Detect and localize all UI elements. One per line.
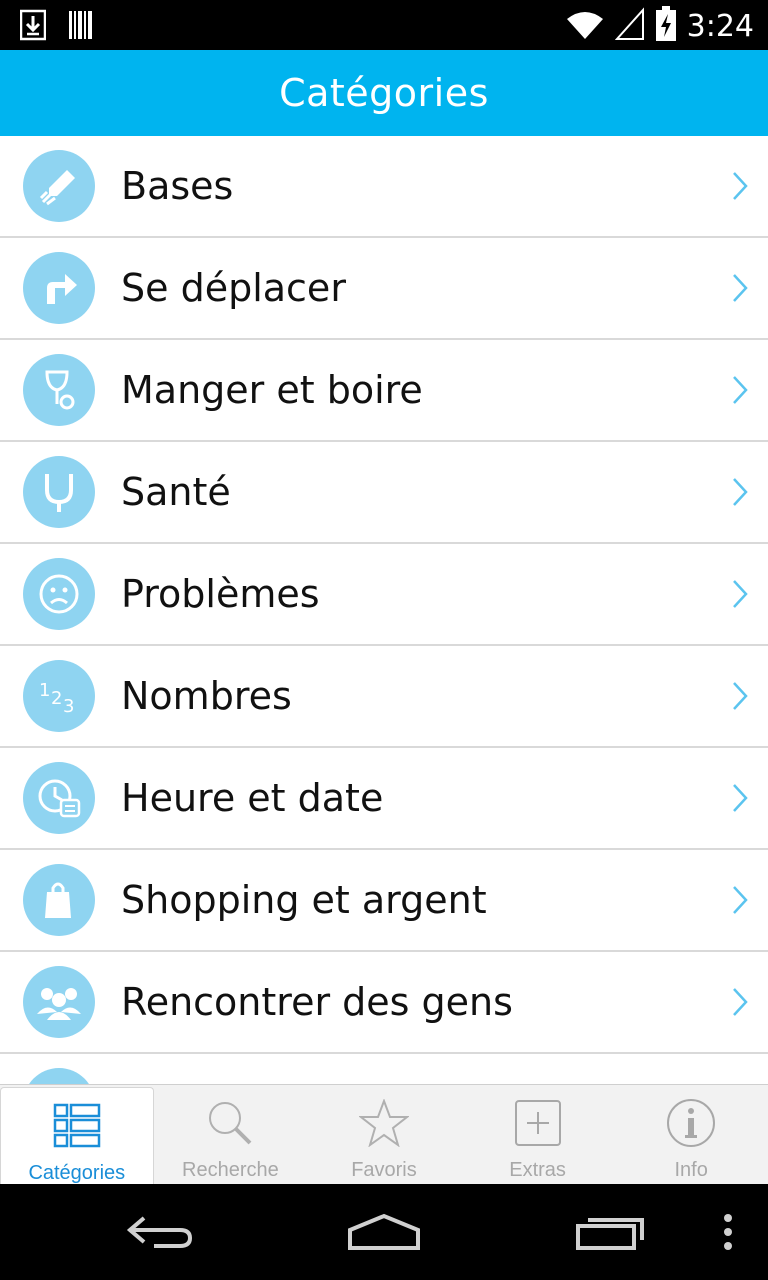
category-row-problemes[interactable]: Problèmes (0, 544, 768, 646)
category-list: Bases Se déplacer Manger et boire Santé … (0, 136, 768, 1084)
stethoscope-icon (23, 456, 95, 528)
glass-icon (23, 354, 95, 426)
page-title: Catégories (279, 71, 489, 115)
svg-text:3: 3 (63, 696, 74, 717)
shopping-bag-icon (23, 864, 95, 936)
category-row-se-deplacer[interactable]: Se déplacer (0, 238, 768, 340)
barcode-icon (68, 8, 94, 47)
star-icon (356, 1095, 412, 1151)
category-label: Manger et boire (121, 368, 423, 412)
tab-extras[interactable]: Extras (461, 1085, 615, 1185)
chevron-right-icon (733, 580, 748, 608)
chevron-right-icon (733, 172, 748, 200)
category-row-nombres[interactable]: 123 Nombres (0, 646, 768, 748)
category-row-bases[interactable]: Bases (0, 136, 768, 238)
chevron-right-icon (733, 376, 748, 404)
sad-face-icon (23, 558, 95, 630)
category-row-sante[interactable]: Santé (0, 442, 768, 544)
tab-label: Favoris (351, 1159, 417, 1181)
clock-time: 3:24 (686, 9, 754, 44)
numbers-icon: 123 (23, 660, 95, 732)
download-icon (19, 8, 47, 47)
recents-icon[interactable] (572, 1204, 648, 1260)
category-row-heure-et-date[interactable]: Heure et date (0, 748, 768, 850)
tab-categories[interactable]: Catégories (0, 1087, 154, 1187)
clock-calendar-icon (23, 762, 95, 834)
tab-label: Extras (509, 1159, 566, 1181)
system-nav-bar (0, 1184, 768, 1280)
tab-info[interactable]: Info (614, 1085, 768, 1185)
category-label: Problèmes (121, 572, 320, 616)
category-label: Rencontrer des gens (121, 980, 513, 1024)
pencil-icon (23, 150, 95, 222)
list-icon (49, 1098, 105, 1154)
menu-icon[interactable] (714, 1204, 742, 1260)
category-label: Santé (121, 470, 231, 514)
chevron-right-icon (733, 274, 748, 302)
category-label: Heure et date (121, 776, 384, 820)
category-label: Nombres (121, 674, 292, 718)
category-label: Shopping et argent (121, 878, 487, 922)
wifi-icon (565, 7, 605, 46)
chevron-right-icon (733, 886, 748, 914)
svg-text:1: 1 (39, 680, 50, 701)
category-label: Se déplacer (121, 266, 346, 310)
category-label: Bases (121, 164, 234, 208)
tab-label: Catégories (28, 1162, 126, 1184)
tab-bar: Catégories Recherche Favoris Extras Info (0, 1084, 768, 1187)
chevron-right-icon (733, 478, 748, 506)
status-bar: 3:24 (0, 0, 768, 50)
app-bar: Catégories (0, 50, 768, 136)
tab-label: Info (674, 1159, 708, 1181)
turn-right-arrow-icon (23, 252, 95, 324)
tab-label: Recherche (182, 1159, 279, 1181)
chevron-right-icon (733, 784, 748, 812)
tab-favoris[interactable]: Favoris (307, 1085, 461, 1185)
chevron-right-icon (733, 988, 748, 1016)
search-icon (202, 1095, 258, 1151)
home-icon[interactable] (344, 1204, 424, 1260)
category-row-manger-et-boire[interactable]: Manger et boire (0, 340, 768, 442)
svg-text:2: 2 (51, 688, 62, 709)
category-icon-partial (23, 1068, 95, 1084)
signal-icon (614, 7, 645, 46)
chevron-right-icon (733, 682, 748, 710)
category-row-rencontrer-des-gens[interactable]: Rencontrer des gens (0, 952, 768, 1054)
battery-charging-icon (655, 6, 677, 47)
tab-recherche[interactable]: Recherche (154, 1085, 308, 1185)
back-icon[interactable] (122, 1204, 198, 1260)
category-row-shopping-et-argent[interactable]: Shopping et argent (0, 850, 768, 952)
info-icon (663, 1095, 719, 1151)
people-icon (23, 966, 95, 1038)
plus-box-icon (510, 1095, 566, 1151)
category-row-partial[interactable] (0, 1054, 768, 1084)
